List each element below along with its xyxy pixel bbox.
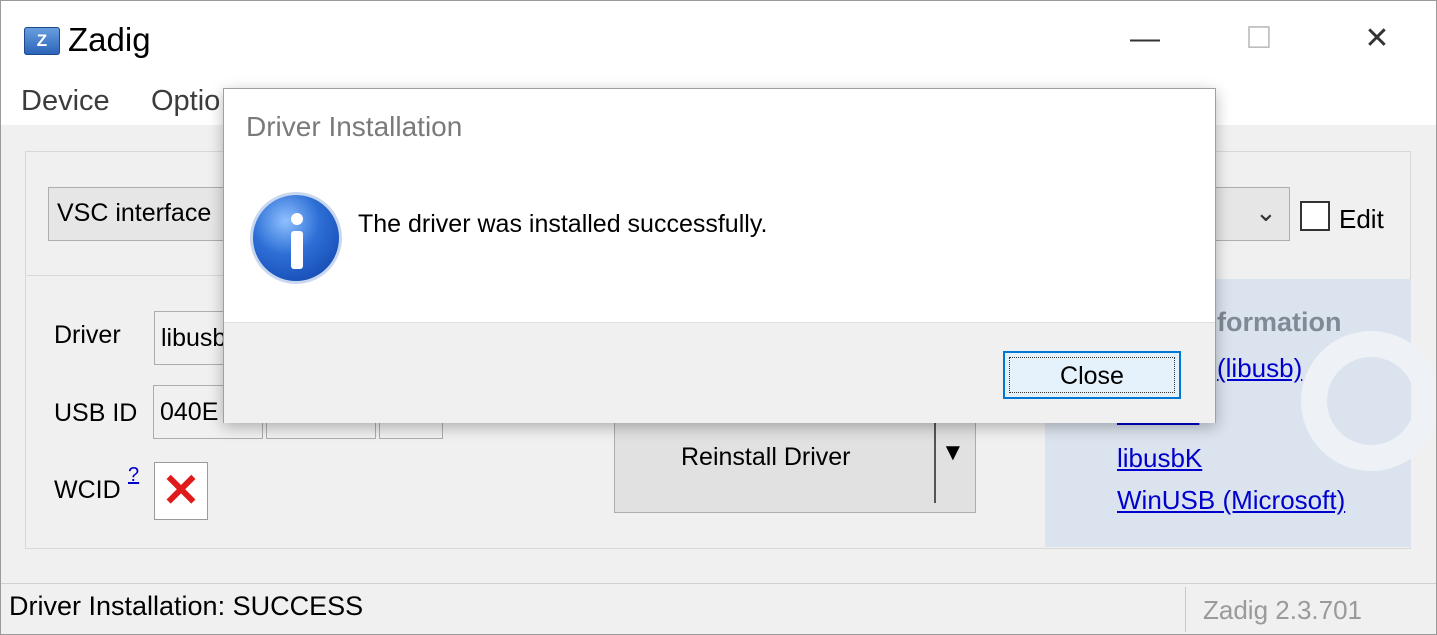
zadig-app-icon: Z bbox=[24, 27, 60, 55]
driver-field: libusb bbox=[154, 311, 234, 365]
version-label: Zadig 2.3.701 bbox=[1203, 595, 1363, 625]
status-divider bbox=[1185, 587, 1186, 632]
link-libusbk[interactable]: libusbK bbox=[1117, 443, 1202, 474]
close-window-button[interactable]: ✕ bbox=[1345, 15, 1409, 63]
wcid-status-icon: ✕ bbox=[154, 462, 208, 520]
device-select-value: VSC interface bbox=[57, 199, 212, 227]
usb-id-label: USB ID bbox=[54, 399, 138, 427]
wcid-label: WCID bbox=[54, 476, 121, 504]
chevron-down-icon[interactable]: ⌄ bbox=[1255, 197, 1277, 228]
status-text: Driver Installation: SUCCESS bbox=[9, 591, 364, 621]
split-button-divider bbox=[934, 415, 936, 503]
wcid-help-link[interactable]: ? bbox=[128, 464, 139, 487]
info-icon-dot bbox=[291, 213, 303, 225]
minimize-button[interactable]: — bbox=[1113, 15, 1177, 63]
driver-label: Driver bbox=[54, 321, 121, 349]
edit-checkbox-label: Edit bbox=[1339, 204, 1384, 234]
main-window: Z Zadig — ☐ ✕ Device Optio VSC interface… bbox=[0, 0, 1437, 635]
reinstall-driver-label: Reinstall Driver bbox=[681, 443, 851, 471]
edit-checkbox[interactable] bbox=[1300, 201, 1330, 231]
info-icon-bar bbox=[291, 231, 303, 269]
info-heading: More Information bbox=[1191, 307, 1342, 337]
link-winusb[interactable]: WinUSB (Microsoft) bbox=[1117, 485, 1345, 516]
dialog-title: Driver Installation bbox=[246, 111, 463, 142]
window-title: Zadig bbox=[68, 21, 151, 58]
dialog-close-button[interactable]: Close bbox=[1003, 351, 1181, 399]
link-libusb-win32[interactable]: (libusb) bbox=[1217, 353, 1302, 384]
driver-installation-dialog: Driver Installation The driver was insta… bbox=[223, 88, 1216, 423]
dialog-message: The driver was installed successfully. bbox=[358, 210, 768, 238]
maximize-button[interactable]: ☐ bbox=[1227, 15, 1291, 63]
dropdown-arrow-icon[interactable]: ▼ bbox=[941, 439, 965, 467]
menu-options[interactable]: Optio bbox=[151, 85, 220, 118]
menu-device[interactable]: Device bbox=[21, 85, 110, 118]
dialog-close-label: Close bbox=[1009, 357, 1175, 393]
info-icon bbox=[250, 192, 342, 284]
watermark-decoration bbox=[1301, 331, 1436, 471]
title-bar: Z Zadig — ☐ ✕ bbox=[1, 1, 1436, 77]
